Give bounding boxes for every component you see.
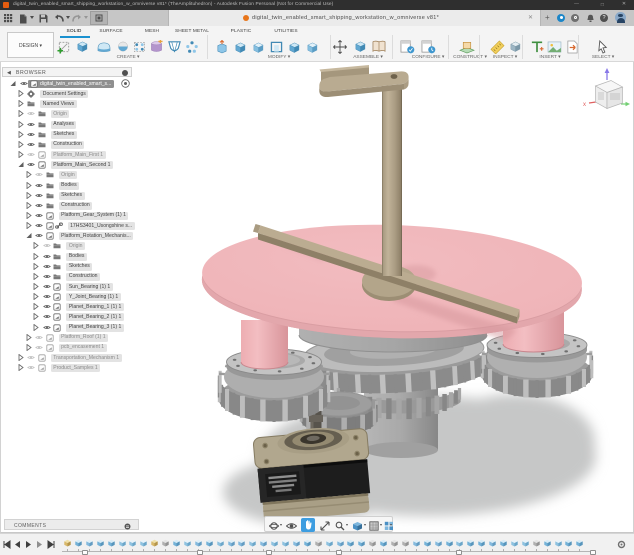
svg-text:x: x	[583, 102, 586, 108]
